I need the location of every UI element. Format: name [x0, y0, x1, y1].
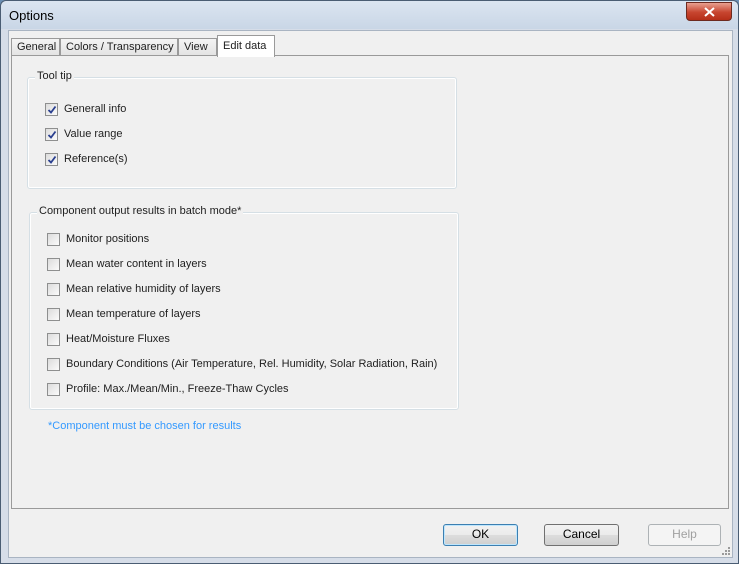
checkbox-box[interactable]	[47, 258, 60, 271]
batch-output-group-label: Component output results in batch mode*	[37, 205, 244, 217]
window-title: Options	[9, 8, 54, 23]
cancel-button[interactable]: Cancel	[544, 524, 619, 546]
ok-button[interactable]: OK	[443, 524, 518, 546]
checkmark-icon	[47, 155, 57, 164]
checkbox-box[interactable]	[45, 153, 58, 166]
checkmark-icon	[47, 105, 57, 114]
checkbox-box[interactable]	[47, 333, 60, 346]
checkbox-box[interactable]	[45, 103, 58, 116]
close-button[interactable]	[686, 2, 732, 21]
help-button[interactable]: Help	[648, 524, 721, 546]
tooltip-group-label: Tool tip	[35, 70, 74, 82]
close-icon	[704, 7, 715, 17]
resize-grip-icon[interactable]	[721, 546, 731, 556]
tab-colors-transparency[interactable]: Colors / Transparency	[60, 38, 178, 55]
tab-edit-data[interactable]: Edit data	[217, 35, 275, 57]
checkbox-box[interactable]	[47, 358, 60, 371]
tab-general[interactable]: General	[11, 38, 60, 55]
checkbox-box[interactable]	[47, 233, 60, 246]
dialog-body: General Colors / Transparency View Edit …	[8, 30, 733, 558]
checkbox-box[interactable]	[47, 308, 60, 321]
checkbox-box[interactable]	[45, 128, 58, 141]
checkbox-box[interactable]	[47, 283, 60, 296]
tooltip-group: Tool tip Generall info Value range Refer…	[27, 70, 457, 189]
title-bar[interactable]: Options	[1, 1, 738, 29]
checkbox-box[interactable]	[47, 383, 60, 396]
batch-output-group: Component output results in batch mode* …	[29, 205, 459, 410]
checkmark-icon	[47, 130, 57, 139]
options-dialog: Options General Colors / Transparency Vi…	[0, 0, 739, 564]
required-note: *Component must be chosen for results	[48, 420, 242, 432]
tab-view[interactable]: View	[178, 38, 217, 55]
edit-data-panel: Tool tip Generall info Value range Refer…	[11, 55, 729, 509]
